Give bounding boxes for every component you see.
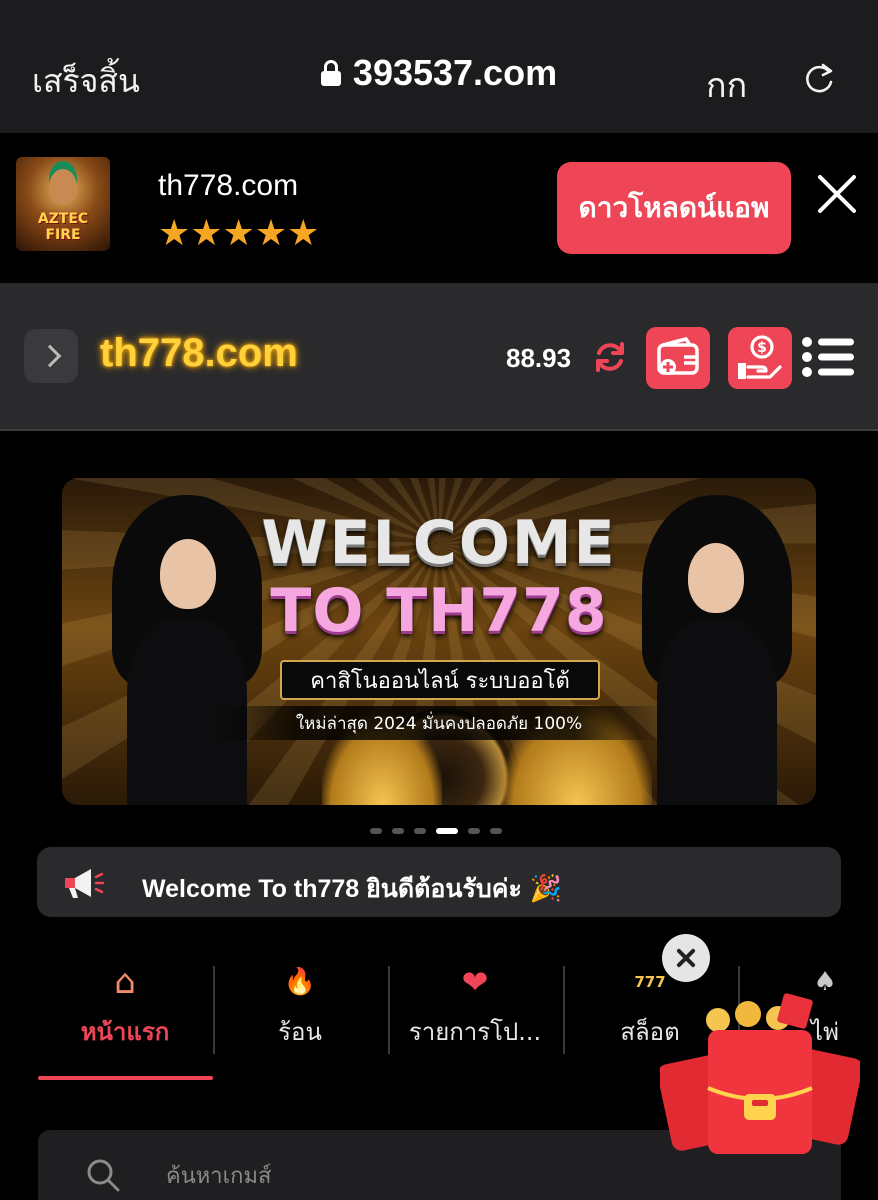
banner-tagline: ใหม่ล่าสุด 2024 มั่นคงปลอดภัย 100% [212, 706, 666, 740]
money-hand-icon: $ [738, 335, 782, 379]
heart-icon: ❤ [461, 963, 489, 1001]
search-input[interactable] [166, 1156, 686, 1196]
deposit-button[interactable]: $ [728, 327, 792, 389]
chevron-right-icon[interactable] [24, 329, 78, 383]
text-size-button[interactable]: กก [706, 58, 747, 112]
reload-icon[interactable] [802, 62, 836, 96]
tab-1[interactable]: ⌂ หน้าแรก [38, 958, 212, 1058]
tab-2[interactable]: 🔥 ร้อน [213, 958, 387, 1058]
menu-icon[interactable] [800, 335, 856, 379]
banner-subtitle: คาสิโนออนไลน์ ระบบออโต้ [280, 660, 600, 700]
home-icon: ⌂ [114, 962, 136, 1002]
site-logo[interactable]: th778.com [100, 331, 298, 376]
tab-label: ร้อน [278, 1018, 322, 1046]
close-icon[interactable] [814, 171, 860, 217]
close-icon[interactable] [662, 934, 710, 982]
carousel-dot[interactable] [490, 828, 502, 834]
party-popper-icon: 🎉 [529, 873, 563, 903]
fire-icon: 🔥 [283, 967, 317, 997]
balance-amount: 88.93 [506, 343, 572, 373]
announcement-text: Welcome To th778 ยินดีต้อนรับค่ะ 🎉 [142, 869, 562, 909]
carousel-dot[interactable] [436, 828, 458, 834]
announcement-bar[interactable]: Welcome To th778 ยินดีต้อนรับค่ะ 🎉 [37, 847, 841, 917]
lock-icon [320, 60, 341, 86]
rating-stars: ★★★★★ [158, 213, 320, 254]
carousel-dot[interactable] [392, 828, 404, 834]
app-download-banner: AZTEC FIRE th778.com ★★★★★ ดาวโหลดน์แอพ [0, 133, 878, 283]
carousel-indicator[interactable] [370, 828, 502, 836]
browser-toolbar: เสร็จสิ้น 393537.com กก [0, 0, 878, 133]
app-icon[interactable]: AZTEC FIRE [16, 157, 110, 251]
tab-label: รายการโป... [408, 1018, 542, 1046]
carousel-dot[interactable] [370, 828, 382, 834]
tab-label: หน้าแรก [80, 1018, 170, 1046]
wallet-button[interactable] [646, 327, 710, 389]
download-app-button[interactable]: ดาวโหลดน์แอพ [557, 162, 791, 254]
wallet-icon [657, 337, 699, 375]
url-text: 393537.com [352, 52, 558, 93]
red-envelope-icon[interactable] [660, 990, 860, 1160]
banner-title: WELCOME [261, 508, 617, 578]
megaphone-icon [65, 869, 105, 898]
svg-text:$: $ [757, 340, 767, 356]
active-tab-indicator [38, 1076, 213, 1080]
promo-banner[interactable]: WELCOME TO TH778 คาสิโนออนไลน์ ระบบออโต้… [62, 478, 816, 805]
announcement-message: Welcome To th778 ยินดีต้อนรับค่ะ [142, 875, 522, 903]
app-icon-figure [49, 169, 77, 205]
site-header: th778.com 88.93 $ [0, 283, 878, 431]
app-name: th778.com [158, 169, 299, 202]
refresh-balance-icon[interactable] [592, 339, 628, 375]
app-icon-text: AZTEC FIRE [37, 211, 89, 243]
carousel-dot[interactable] [468, 828, 480, 834]
search-icon [87, 1159, 120, 1192]
carousel-dot[interactable] [414, 828, 426, 834]
tab-3[interactable]: ❤ รายการโป... [388, 958, 562, 1058]
banner-title-brand: TO TH778 [270, 576, 608, 646]
